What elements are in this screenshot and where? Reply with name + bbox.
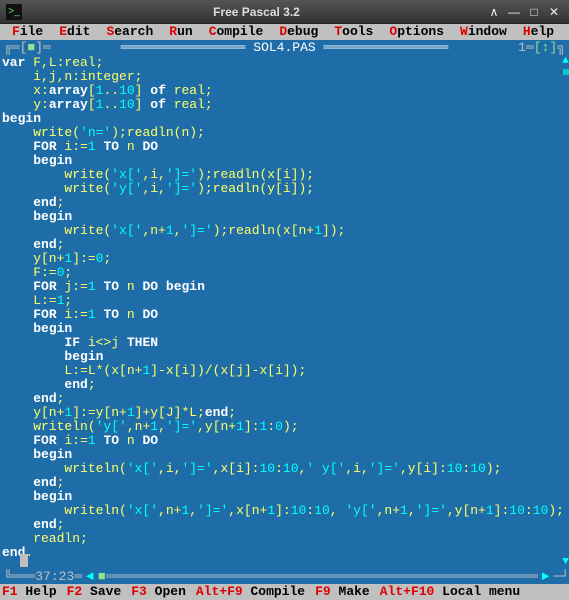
code-line[interactable]: write('x[',i,']=');readln(x[i]);: [2, 168, 569, 182]
code-line[interactable]: begin: [2, 490, 569, 504]
code-line[interactable]: FOR i:=1 TO n DO: [2, 308, 569, 322]
code-line[interactable]: IF i<>j THEN: [2, 336, 569, 350]
menu-edit[interactable]: Edit: [51, 24, 98, 40]
editor-frame-top: ╔═[■]═ ════════════════ SOL4.PAS ═══════…: [0, 40, 569, 56]
scroll-thumb[interactable]: [563, 69, 569, 75]
status-alt-f9[interactable]: Alt+F9 Compile: [196, 584, 305, 600]
code-line[interactable]: writeln('x[',i,']=',x[i]:10:10,' y[',i,'…: [2, 462, 569, 476]
code-line[interactable]: write('x[',n+1,']=');readln(x[n+1]);: [2, 224, 569, 238]
hscroll-left-arrow[interactable]: ◄: [82, 569, 98, 584]
hscroll-right-arrow[interactable]: ►: [538, 569, 554, 584]
titlebar[interactable]: >_ Free Pascal 3.2 ∧ — □ ✕: [0, 0, 569, 24]
code-line[interactable]: y:array[1..10] of real;: [2, 98, 569, 112]
menu-run[interactable]: Run: [161, 24, 200, 40]
code-line[interactable]: L:=L*(x[n+1]-x[i])/(x[j]-x[i]);: [2, 364, 569, 378]
menu-window[interactable]: Window: [452, 24, 515, 40]
code-line[interactable]: write('y[',i,']=');readln(y[i]);: [2, 182, 569, 196]
code-line[interactable]: y[n+1]:=0;: [2, 252, 569, 266]
minimize-button[interactable]: —: [505, 4, 523, 20]
menu-debug[interactable]: Debug: [271, 24, 326, 40]
code-line[interactable]: end;: [2, 518, 569, 532]
code-line[interactable]: begin: [2, 112, 569, 126]
scroll-down-arrow[interactable]: ▼: [562, 557, 569, 568]
editor-filename: ════════════════ SOL4.PAS ══════════════…: [51, 40, 518, 56]
app-icon: >_: [6, 4, 22, 20]
code-line[interactable]: end.: [2, 546, 569, 560]
status-f3[interactable]: F3 Open: [131, 584, 186, 600]
code-line[interactable]: var F,L:real;: [2, 56, 569, 70]
code-line[interactable]: i,j,n:integer;: [2, 70, 569, 84]
code-line[interactable]: F:=0;: [2, 266, 569, 280]
frame-right-controls[interactable]: 1═[↕]╗: [518, 40, 569, 56]
code-line[interactable]: end;: [2, 392, 569, 406]
code-line[interactable]: x:array[1..10] of real;: [2, 84, 569, 98]
code-line[interactable]: begin: [2, 350, 569, 364]
code-line[interactable]: begin: [2, 448, 569, 462]
vertical-scrollbar[interactable]: ▲ ▼: [561, 56, 569, 568]
frame-close-control[interactable]: ╔═[■]═: [0, 40, 51, 56]
menu-options[interactable]: Options: [381, 24, 452, 40]
text-cursor: [20, 554, 28, 567]
status-f1[interactable]: F1 Help: [2, 584, 57, 600]
rollup-button[interactable]: ∧: [485, 4, 503, 20]
status-f9[interactable]: F9 Make: [315, 584, 370, 600]
editor-frame-bottom: ╚═══ 37:23 ═ ◄ ■ ═══════════════════════…: [0, 568, 569, 584]
scroll-track[interactable]: [562, 67, 569, 557]
code-line[interactable]: writeln('x[',n+1,']=',x[n+1]:10:10, 'y['…: [2, 504, 569, 518]
code-line[interactable]: readln;: [2, 532, 569, 546]
statusbar: F1 Help F2 Save F3 Open Alt+F9 Compile F9 Ma…: [0, 584, 569, 600]
code-line[interactable]: write('n=');readln(n);: [2, 126, 569, 140]
menu-file[interactable]: File: [4, 24, 51, 40]
cursor-position: 37:23: [35, 569, 74, 584]
status-f2[interactable]: F2 Save: [67, 584, 122, 600]
code-line[interactable]: FOR i:=1 TO n DO: [2, 140, 569, 154]
scroll-up-arrow[interactable]: ▲: [562, 56, 569, 67]
code-line[interactable]: writeln('y[',n+1,']=',y[n+1]:1:0);: [2, 420, 569, 434]
code-line[interactable]: end;: [2, 238, 569, 252]
menu-search[interactable]: Search: [98, 24, 161, 40]
code-line[interactable]: FOR i:=1 TO n DO: [2, 434, 569, 448]
code-line[interactable]: L:=1;: [2, 294, 569, 308]
code-line[interactable]: begin: [2, 210, 569, 224]
window-title: Free Pascal 3.2: [30, 5, 483, 19]
menu-help[interactable]: Help: [515, 24, 562, 40]
code-line[interactable]: y[n+1]:=y[n+1]+y[J]*L;end;: [2, 406, 569, 420]
menubar: FileEditSearchRunCompileDebugToolsOption…: [0, 24, 569, 40]
code-line[interactable]: FOR j:=1 TO n DO begin: [2, 280, 569, 294]
app-window: >_ Free Pascal 3.2 ∧ — □ ✕ FileEditSearc…: [0, 0, 569, 600]
code-line[interactable]: end;: [2, 196, 569, 210]
code-line[interactable]: begin: [2, 322, 569, 336]
code-line[interactable]: end;: [2, 378, 569, 392]
code-line[interactable]: end;: [2, 476, 569, 490]
close-button[interactable]: ✕: [545, 4, 563, 20]
code-line[interactable]: begin: [2, 154, 569, 168]
status-alt-f10[interactable]: Alt+F10 Local menu: [380, 584, 520, 600]
menu-compile[interactable]: Compile: [201, 24, 272, 40]
menu-tools[interactable]: Tools: [326, 24, 381, 40]
maximize-button[interactable]: □: [525, 4, 543, 20]
code-editor[interactable]: var F,L:real; i,j,n:integer; x:array[1..…: [0, 56, 569, 568]
